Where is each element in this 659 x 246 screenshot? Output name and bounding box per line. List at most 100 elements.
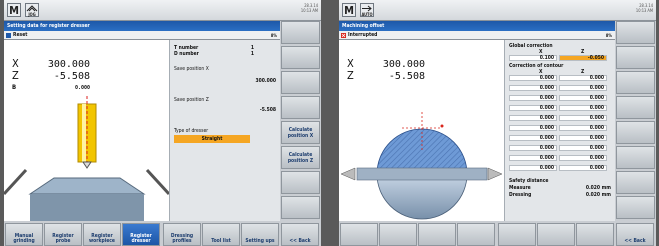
dresser-type-label: Type of dresser [174,128,209,134]
vsk-3[interactable] [281,71,320,94]
axis-row: Z -5.508 [12,69,90,82]
machine-logo-icon[interactable]: M [7,3,21,17]
hsk-7[interactable] [576,223,614,246]
hsk-1[interactable] [340,223,378,246]
jog-mode-icon[interactable]: JOG [25,3,39,17]
contour-x-cell[interactable]: 0.000 [509,155,557,161]
register-dresser-screen: M JOG 28.3.14 10:13 AM Setting data for r… [4,0,321,246]
date-time: 28.3.14 10:13 AM [635,3,653,13]
contour-z-cell[interactable]: 0.000 [559,155,607,161]
vsk-6[interactable] [616,146,655,169]
contour-z-cell[interactable]: 0.000 [559,75,607,81]
contour-x-cell[interactable]: 0.000 [509,75,557,81]
contour-z-cell[interactable]: 0.000 [559,105,607,111]
save-position-z-label: Save position Z [174,97,209,103]
main-area: X 300.000 Z -5.508 Global correction XZ 0.… [339,40,615,221]
safety-distance-label: Safety distance [509,178,549,184]
vertical-softkeys [615,21,656,221]
dressing-row: Dressing 0.020 mm [509,192,611,198]
contour-x-cell[interactable]: 0.000 [509,165,557,171]
workpiece-graphic [339,90,504,221]
contour-z-cell[interactable]: 0.000 [559,135,607,141]
register-workpiece-button[interactable]: Register workpiece [83,223,121,246]
date-time: 28.3.14 10:13 AM [300,3,318,13]
contour-z-cell[interactable]: 0.000 [559,115,607,121]
top-bar: M AUTO 28.3.14 10:13 AM [339,0,656,21]
stop-icon [6,33,11,38]
save-position-z-value[interactable]: -5.508 [174,107,276,113]
vsk-2[interactable] [616,46,655,69]
page-title: Machining offset [339,21,615,31]
calculate-position-x-button[interactable]: Calculate position X [281,121,320,144]
hsk-6[interactable] [537,223,575,246]
interrupted-icon [341,33,346,38]
machine-logo-icon[interactable]: M [342,3,356,17]
save-position-x-label: Save position X [174,66,209,72]
top-bar: M JOG 28.3.14 10:13 AM [4,0,321,21]
vertical-softkeys: Calculate position X Calculate position … [280,21,321,221]
axis-row: X 300.000 [12,57,90,70]
vsk-1[interactable] [616,21,655,44]
correction-panel: Global correction XZ 0.100 -0.050 Correc… [504,40,615,221]
horizontal-softkeys: Manual grinding Register probe Register … [4,221,321,246]
tool-list-button[interactable]: Tool list [202,223,240,246]
auto-mode-icon[interactable]: AUTO [360,3,374,17]
vsk-7[interactable] [281,171,320,194]
contour-x-cell[interactable]: 0.000 [509,145,557,151]
vsk-4[interactable] [616,96,655,119]
contour-x-cell[interactable]: 0.000 [509,125,557,131]
contour-z-cell[interactable]: 0.000 [559,165,607,171]
channel-status: Reset 8% [4,31,280,40]
contour-correction-label: Correction of contour [509,63,564,69]
override-percent: 8% [270,33,277,38]
d-number-row: D number 1 [174,51,254,57]
back-button[interactable]: << Back [616,223,654,246]
global-x-input[interactable]: 0.100 [509,55,557,61]
vsk-7[interactable] [616,171,655,194]
vsk-4[interactable] [281,96,320,119]
hsk-2[interactable] [379,223,417,246]
register-dresser-button[interactable]: Register dresser [122,223,160,246]
horizontal-softkeys: << Back [339,221,656,246]
dressing-profiles-button[interactable]: Dressing profiles [163,223,201,246]
d-number-value[interactable]: 1 [251,51,254,57]
contour-x-cell[interactable]: 0.000 [509,85,557,91]
save-position-x-value[interactable]: 300.000 [174,78,277,84]
calculate-position-z-button[interactable]: Calculate position Z [281,146,320,169]
channel-status: Interrupted 8% [339,31,615,40]
contour-z-cell[interactable]: 0.000 [559,145,607,151]
dresser-type-select[interactable]: Straight [174,135,250,143]
vsk-8[interactable] [281,196,320,219]
global-z-input[interactable]: -0.050 [559,55,607,61]
setting-ups-button[interactable]: Setting ups [241,223,279,246]
axis-row: Z -5.508 [347,69,425,82]
axis-row: X 300.000 [347,57,425,70]
contour-x-cell[interactable]: 0.000 [509,135,557,141]
back-button[interactable]: << Back [281,223,319,246]
vsk-2[interactable] [281,46,320,69]
hsk-4[interactable] [457,223,495,246]
contour-z-cell[interactable]: 0.000 [559,85,607,91]
contour-z-cell[interactable]: 0.000 [559,95,607,101]
dresser-settings-panel: T number 1 D number 1 Save position X 300.… [169,40,280,221]
hsk-3[interactable] [418,223,456,246]
contour-x-cell[interactable]: 0.000 [509,115,557,121]
vsk-5[interactable] [616,121,655,144]
contour-x-cell[interactable]: 0.000 [509,95,557,101]
machining-offset-screen: M AUTO 28.3.14 10:13 AM Machining offset … [339,0,656,246]
override-percent: 8% [605,33,612,38]
manual-grinding-button[interactable]: Manual grinding [5,223,43,246]
contour-z-cell[interactable]: 0.000 [559,125,607,131]
main-area: X 300.000 Z -5.508 B 0.000 T number 1 D numb… [4,40,280,221]
contour-x-cell[interactable]: 0.000 [509,105,557,111]
vsk-8[interactable] [616,196,655,219]
register-probe-button[interactable]: Register probe [44,223,82,246]
dresser-graphic [4,90,169,221]
vsk-3[interactable] [616,71,655,94]
page-title: Setting data for register dresser [4,21,280,31]
measure-value[interactable]: 0.020 mm [586,185,611,191]
dressing-value[interactable]: 0.020 mm [586,192,611,198]
vsk-1[interactable] [281,21,320,44]
measure-row: Measure 0.020 mm [509,185,611,191]
hsk-5[interactable] [498,223,536,246]
